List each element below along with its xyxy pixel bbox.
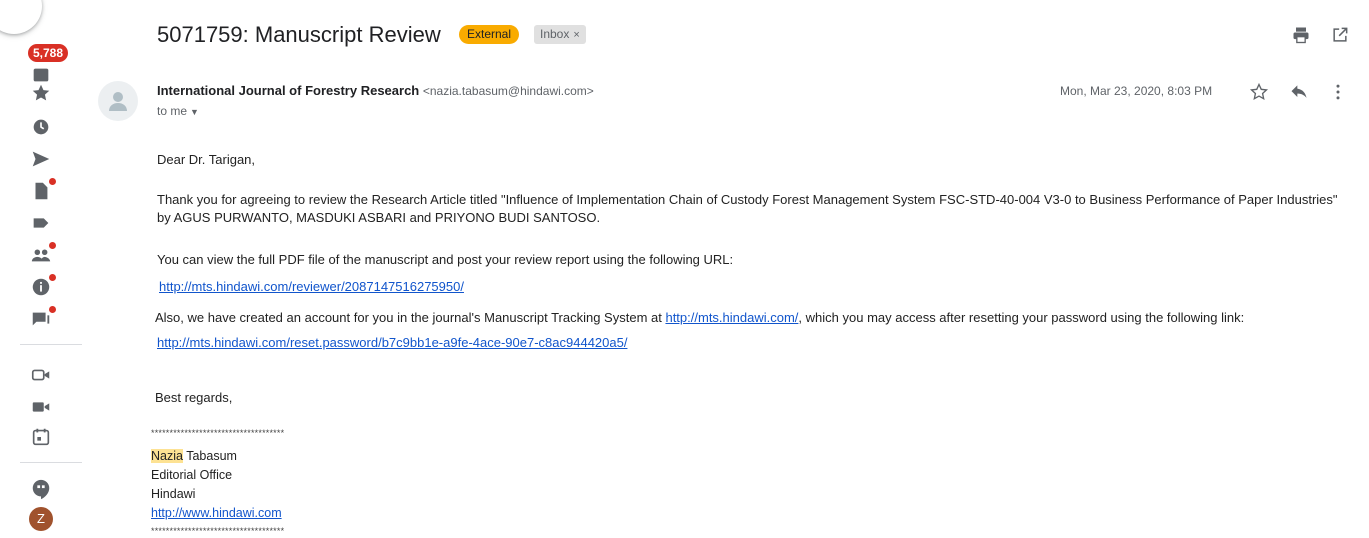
closing: Best regards, (155, 390, 233, 405)
signature-last-name: Tabasum (182, 449, 237, 463)
print-icon[interactable] (1291, 25, 1311, 45)
inbox-label-text: Inbox (540, 27, 570, 41)
mts-link[interactable]: http://mts.hindawi.com/ (665, 310, 798, 325)
reviewer-link[interactable]: http://mts.hindawi.com/reviewer/20871475… (159, 279, 464, 294)
left-rail: 5,788 Z (0, 0, 84, 538)
email-subject: 5071759: Manuscript Review (157, 22, 441, 47)
signature-company: Hindawi (151, 487, 196, 501)
starred-icon[interactable] (30, 82, 52, 104)
person-icon (109, 92, 127, 111)
social-people-icon[interactable] (30, 242, 56, 266)
remove-label-icon[interactable]: × (573, 29, 579, 41)
paragraph-view-pdf: You can view the full PDF file of the ma… (157, 252, 734, 267)
sender-avatar (98, 81, 138, 121)
updates-info-icon[interactable] (30, 274, 56, 298)
more-options-icon[interactable] (1328, 82, 1348, 102)
sent-icon[interactable] (30, 148, 52, 170)
signature-website-link[interactable]: http://www.hindawi.com (151, 506, 282, 520)
signature-first-name: Nazia (151, 449, 183, 463)
recipient-details[interactable]: to me ▼ (157, 104, 199, 118)
label-icon[interactable] (30, 212, 52, 234)
new-meeting-icon[interactable] (30, 364, 52, 386)
sender-email: <nazia.tabasum@hindawi.com> (422, 84, 594, 98)
calendar-icon[interactable] (30, 426, 52, 448)
recipient-text: to me (157, 104, 188, 118)
rail-divider (20, 462, 82, 463)
compose-button[interactable] (0, 0, 42, 34)
rail-divider (20, 344, 82, 345)
sender-line: International Journal of Forestry Resear… (157, 83, 594, 98)
email-date: Mon, Mar 23, 2020, 8:03 PM (1060, 84, 1213, 98)
hangouts-icon[interactable] (30, 478, 52, 500)
star-icon[interactable] (1249, 82, 1269, 102)
external-label-chip: External (459, 25, 520, 44)
greeting: Dear Dr. Tarigan, (157, 152, 256, 167)
inbox-label-chip: Inbox × (534, 25, 586, 44)
sender-name[interactable]: International Journal of Forestry Resear… (157, 83, 419, 98)
join-meeting-icon[interactable] (30, 396, 52, 418)
forums-icon[interactable] (30, 306, 56, 330)
paragraph-intro: Thank you for agreeing to review the Res… (157, 192, 1338, 225)
account-text-prefix: Also, we have created an account for you… (155, 310, 666, 325)
signature-office: Editorial Office (151, 468, 233, 482)
snoozed-clock-icon[interactable] (30, 116, 52, 138)
reply-icon[interactable] (1289, 82, 1309, 102)
user-avatar[interactable]: Z (29, 507, 53, 531)
signature-separator: ************************************ (151, 428, 285, 438)
open-in-new-window-icon[interactable] (1330, 25, 1350, 45)
reset-password-link[interactable]: http://mts.hindawi.com/reset.password/b7… (157, 335, 627, 350)
signature-name: Nazia Tabasum (151, 449, 237, 463)
chevron-down-icon[interactable]: ▼ (190, 107, 199, 117)
paragraph-account: Also, we have created an account for you… (155, 310, 1244, 325)
account-text-suffix: , which you may access after resetting y… (798, 310, 1245, 325)
drafts-icon[interactable] (30, 178, 56, 202)
signature-separator: ************************************ (151, 526, 285, 536)
unread-count-badge: 5,788 (28, 44, 69, 62)
